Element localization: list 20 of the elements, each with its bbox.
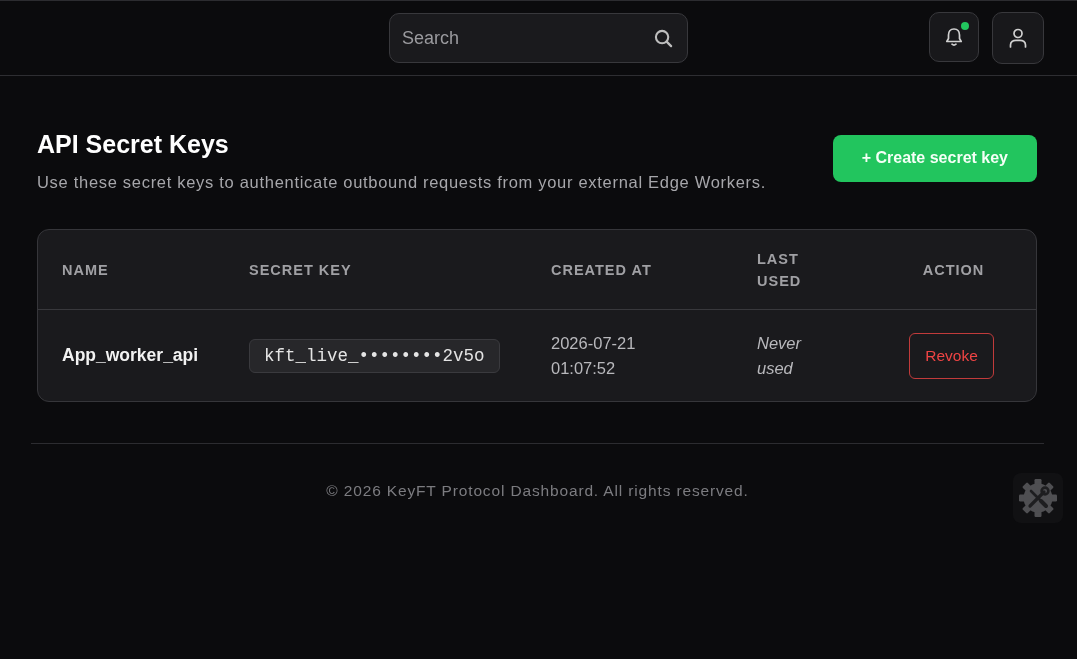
column-header: SECRET KEY [249, 260, 352, 280]
column-header: NAME [62, 260, 109, 280]
search-icon [654, 28, 673, 48]
notifications-button[interactable] [929, 12, 979, 62]
last-used-text: Never used [757, 332, 803, 379]
secret-key-value: kft_live_••••••••2v5o [249, 338, 500, 373]
account-button[interactable] [992, 12, 1044, 64]
column-header: ACTION [922, 260, 985, 280]
gear-tools-icon [1018, 478, 1058, 518]
user-icon [1007, 27, 1029, 49]
revoke-button[interactable]: Revoke [909, 332, 994, 379]
bell-icon [943, 26, 965, 48]
footer-copyright: © 2026 KeyFT Protocol Dashboard. All rights reserved. [326, 482, 749, 500]
column-header: CREATED AT [551, 260, 652, 280]
key-name: App_worker_api [62, 345, 199, 365]
search-field[interactable]: Search [389, 13, 688, 63]
page-subtitle: Use these secret keys to authenticate outbound requests from your external Edge Workers. [37, 172, 766, 193]
page-title: API Secret Keys [37, 129, 230, 159]
column-header: LAST USED [757, 249, 803, 291]
created-at-text: 2026-07-21 01:07:52 [551, 332, 637, 379]
